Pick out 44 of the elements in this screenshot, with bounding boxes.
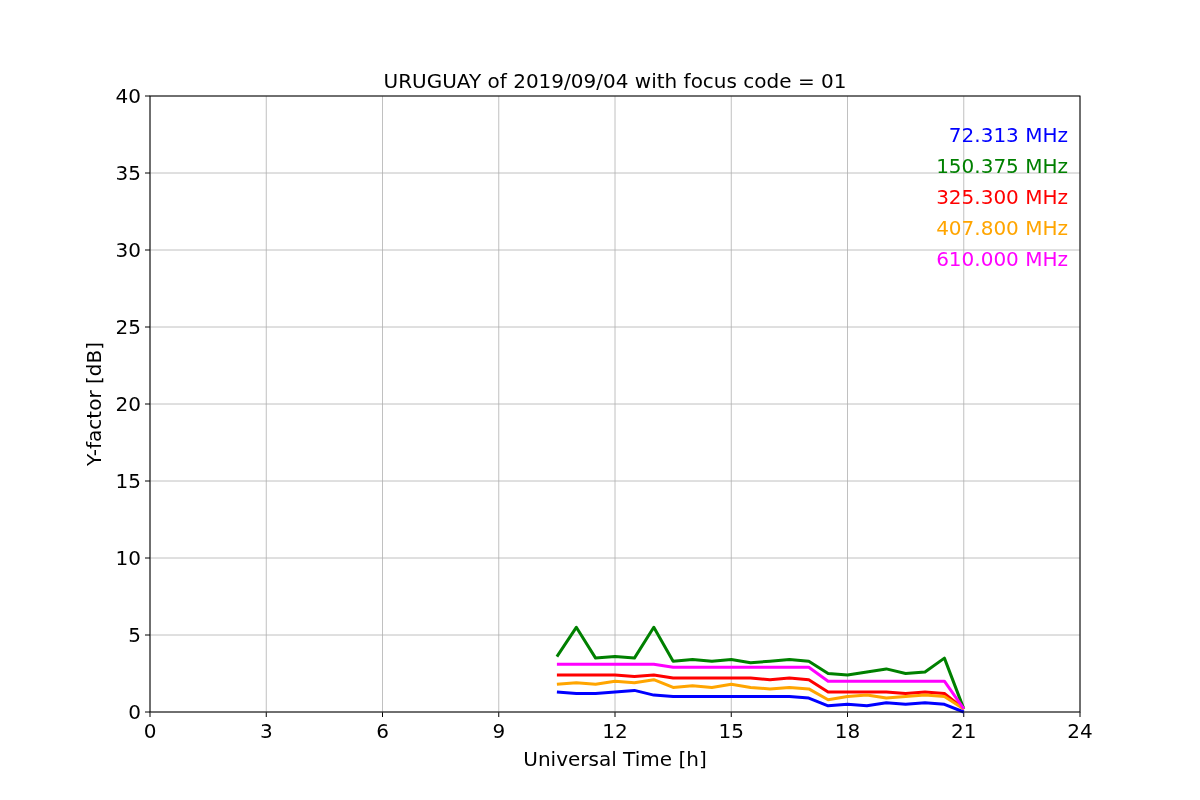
x-tick-mark [1079,711,1081,718]
y-tick-mark [144,557,151,559]
legend-label: 610.000 MHz [936,247,1068,271]
y-tick-label: 5 [128,623,141,647]
y-axis-label: Y-factor [dB] [82,342,106,466]
y-tick-label: 35 [115,161,141,185]
y-tick-label: 40 [115,84,141,108]
legend-label: 407.800 MHz [936,216,1068,240]
x-tick-label: 0 [143,719,157,743]
x-tick-label: 15 [718,719,744,743]
x-tick-label: 3 [259,719,273,743]
y-tick-label: 20 [115,392,141,416]
y-tick-mark [144,711,151,713]
x-tick-label: 12 [602,719,628,743]
y-tick-mark [144,249,151,251]
x-tick-mark [963,711,965,718]
chart-title: URUGUAY of 2019/09/04 with focus code = 01 [383,69,847,93]
x-tick-label: 18 [834,719,861,743]
y-tick-label: 15 [115,469,141,493]
y-tick-mark [144,326,151,328]
y-tick-mark [144,480,151,482]
y-tick-label: 30 [115,238,141,262]
y-tick-label: 10 [115,546,141,570]
x-tick-label: 9 [492,719,506,743]
y-tick-label: 0 [128,700,141,724]
y-tick-mark [144,172,151,174]
x-tick-mark [614,711,616,718]
x-tick-mark [149,711,151,718]
x-tick-mark [498,711,500,718]
legend-label: 72.313 MHz [948,123,1068,147]
y-tick-mark [144,634,151,636]
y-tick-mark [144,95,151,97]
x-axis-label: Universal Time [h] [523,747,707,771]
x-tick-mark [382,711,383,718]
y-tick-mark [144,403,151,405]
legend-label: 150.375 MHz [936,154,1068,178]
x-tick-mark [265,711,267,718]
x-tick-label: 21 [951,719,977,743]
x-tick-label: 24 [1067,719,1093,743]
x-tick-label: 6 [376,719,389,743]
x-tick-mark [730,711,732,718]
legend-label: 325.300 MHz [936,185,1068,209]
x-tick-mark [847,711,848,718]
y-tick-label: 25 [115,315,141,339]
